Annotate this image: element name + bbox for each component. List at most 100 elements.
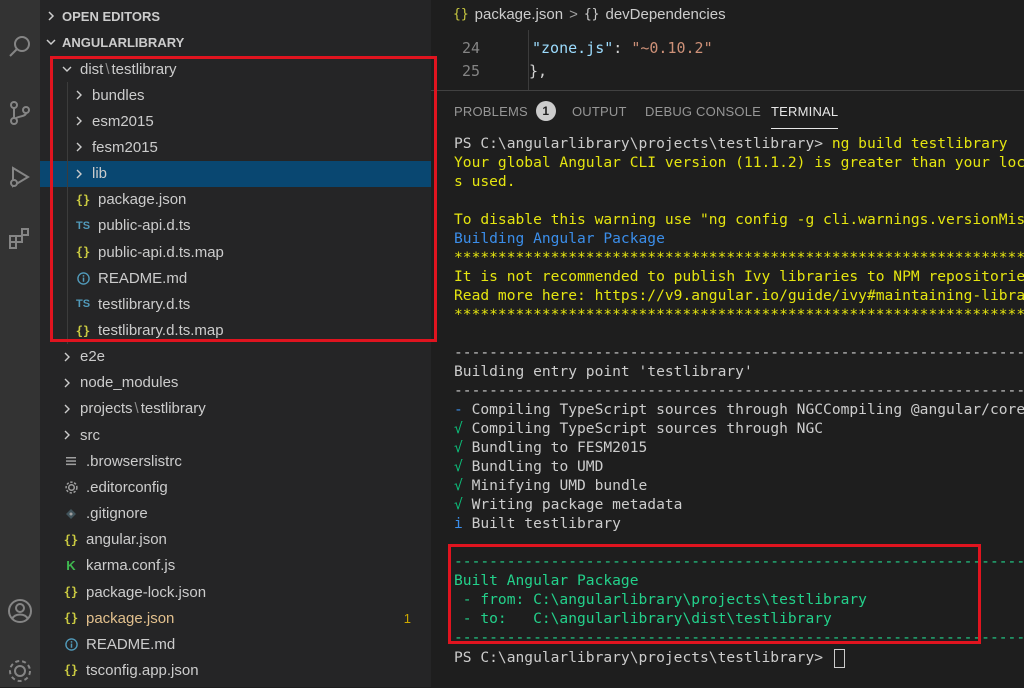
open-editors-header[interactable]: OPEN EDITORS: [40, 5, 431, 27]
editor-area: {} package.json > {} devDependencies 24 "…: [431, 0, 1024, 90]
tab-debug-console-label: DEBUG CONSOLE: [645, 104, 761, 119]
run-debug-icon[interactable]: [0, 160, 40, 194]
tab-debug-console[interactable]: DEBUG CONSOLE: [645, 91, 761, 131]
tree-item[interactable]: README.md: [40, 631, 431, 657]
terminal-line: To disable this warning use "ng config -…: [454, 210, 1024, 229]
karma-icon: K: [64, 558, 78, 573]
json-file-icon: {}: [64, 663, 78, 677]
line-number: 25: [431, 62, 480, 80]
terminal-text: Compiling TypeScript sources through NGC: [463, 420, 823, 437]
tree-item[interactable]: .gitignore: [40, 501, 431, 527]
gear-icon: [64, 481, 78, 494]
check-mark-icon: √: [454, 477, 463, 494]
code-text: },: [529, 62, 547, 80]
check-mark-icon: √: [454, 420, 463, 437]
tree-item-label: .editorconfig: [86, 479, 168, 496]
terminal-text: Minifying UMD bundle: [463, 477, 648, 494]
tree-item-label: tsconfig.app.json: [86, 662, 199, 679]
json-file-icon: {}: [64, 585, 78, 599]
terminal-text: Bundling to UMD: [463, 458, 604, 475]
indent-guide: [528, 30, 529, 90]
breadcrumb-item[interactable]: devDependencies: [605, 6, 725, 23]
terminal-line: ****************************************…: [454, 248, 1024, 267]
tree-item[interactable]: {} package-lock.json: [40, 579, 431, 605]
terminal-line: - Compiling TypeScript sources through N…: [454, 400, 1024, 419]
tree-item-label-2: testlibrary: [141, 400, 206, 417]
tree-item-label: angular.json: [86, 531, 167, 548]
highlight-box-output: [448, 544, 981, 644]
tree-item[interactable]: src: [40, 422, 431, 448]
object-icon: {}: [584, 7, 600, 22]
terminal-line: Your global Angular CLI version (11.1.2)…: [454, 153, 1024, 172]
json-file-icon: {}: [64, 533, 78, 547]
terminal-prompt: PS C:\angularlibrary\projects\testlibrar…: [454, 135, 832, 152]
tab-terminal-label: TERMINAL: [771, 104, 838, 119]
tree-item-label: .browserslistrc: [86, 453, 182, 470]
tree-item[interactable]: projects\testlibrary: [40, 396, 431, 422]
problems-count-badge: 1: [536, 101, 556, 121]
source-control-icon[interactable]: [0, 96, 40, 130]
terminal-text: Compiling TypeScript sources through NGC…: [463, 401, 1024, 418]
problem-count-badge: 1: [404, 611, 411, 626]
project-label: ANGULARLIBRARY: [62, 35, 184, 50]
breadcrumb-file[interactable]: package.json: [475, 6, 563, 23]
tree-item[interactable]: {} package.json 1: [40, 605, 431, 631]
tree-item[interactable]: .editorconfig: [40, 474, 431, 500]
info-icon: [64, 638, 78, 651]
tab-terminal[interactable]: TERMINAL: [771, 91, 838, 131]
chevron-right-icon: [60, 430, 74, 440]
search-icon[interactable]: [0, 30, 40, 64]
tree-item-label: projects: [80, 400, 133, 417]
check-mark-icon: √: [454, 458, 463, 475]
tree-item[interactable]: node_modules: [40, 370, 431, 396]
check-mark-icon: √: [454, 439, 463, 456]
info-mark: i: [454, 515, 463, 532]
terminal-line: Read more here: https://v9.angular.io/gu…: [454, 286, 1024, 305]
tree-item-label: karma.conf.js: [86, 557, 175, 574]
tree-item[interactable]: {} angular.json: [40, 527, 431, 553]
chevron-right-icon: [60, 404, 74, 414]
code-key: "zone.js": [532, 39, 613, 57]
tree-item[interactable]: e2e: [40, 344, 431, 370]
tree-item[interactable]: Kkarma.conf.js: [40, 553, 431, 579]
json-file-icon: {}: [64, 611, 78, 625]
tree-item[interactable]: .browserslistrc: [40, 448, 431, 474]
terminal-line: s used.: [454, 172, 516, 191]
terminal-line: √ Writing package metadata: [454, 495, 682, 514]
breadcrumb: {} package.json > {} devDependencies: [453, 6, 732, 23]
activity-bar: [0, 0, 40, 687]
project-header[interactable]: ANGULARLIBRARY: [40, 31, 431, 53]
tree-item[interactable]: {} tsconfig.app.json: [40, 657, 431, 683]
code-line[interactable]: 24"zone.js": "~0.10.2": [431, 36, 713, 60]
code-colon: :: [613, 39, 631, 57]
tree-item-label: package.json: [86, 610, 174, 627]
tree-item-label: e2e: [80, 348, 105, 365]
terminal-line: PS C:\angularlibrary\projects\testlibrar…: [454, 648, 845, 667]
tab-problems[interactable]: PROBLEMS 1: [454, 91, 556, 131]
tab-output-label: OUTPUT: [572, 104, 627, 119]
code-line[interactable]: 25},: [431, 59, 547, 83]
tab-output[interactable]: OUTPUT: [572, 91, 627, 131]
terminal-line: ****************************************…: [454, 305, 1024, 324]
highlight-box-dist: [50, 56, 437, 342]
tab-problems-label: PROBLEMS: [454, 104, 528, 119]
tree-item-label: README.md: [86, 636, 175, 653]
terminal-line: Building entry point 'testlibrary': [454, 362, 753, 381]
tree-item-label: package-lock.json: [86, 584, 206, 601]
terminal-text: Built testlibrary: [463, 515, 621, 532]
account-icon[interactable]: [0, 594, 40, 628]
json-icon: {}: [453, 7, 469, 22]
terminal-text: Bundling to FESM2015: [463, 439, 648, 456]
chevron-right-icon: [60, 378, 74, 388]
line-number: 24: [431, 39, 480, 57]
progress-mark: -: [454, 401, 463, 418]
terminal-line: √ Bundling to UMD: [454, 457, 603, 476]
git-icon: [64, 508, 78, 520]
manage-gear-icon[interactable]: [0, 654, 40, 688]
terminal-line: √ Compiling TypeScript sources through N…: [454, 419, 823, 438]
terminal-cursor: [834, 649, 845, 668]
tree-item-label: .gitignore: [86, 505, 148, 522]
extensions-icon[interactable]: [0, 222, 40, 256]
chevron-right-icon: [60, 352, 74, 362]
tree-item-label: src: [80, 427, 100, 444]
